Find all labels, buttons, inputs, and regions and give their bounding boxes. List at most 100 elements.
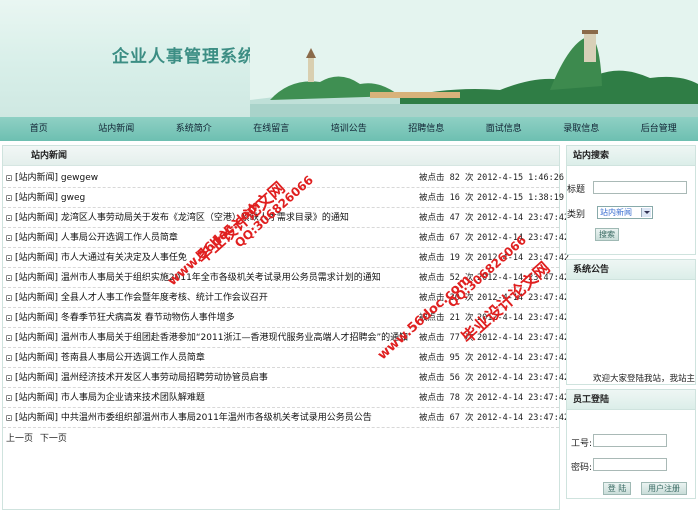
search-button[interactable]: 搜索: [595, 228, 619, 241]
bullet-icon: [6, 175, 12, 181]
news-list: [站内新闻] gewgew 被点击 82 次 2012-4-15 1:46:26 […: [3, 168, 569, 428]
chevron-down-icon: [641, 208, 651, 217]
news-clicks: 被点击 82 次: [419, 173, 474, 183]
news-title-link[interactable]: [站内新闻] 龙湾区人事劳动局关于发布《龙湾区（空港）紧缺人才需求目录》的通知: [15, 208, 415, 228]
news-date: 2012-4-14 23:47:42: [477, 293, 570, 303]
news-title-link[interactable]: [站内新闻] gweg: [15, 188, 415, 208]
bullet-icon: [6, 335, 12, 341]
news-clicks: 被点击 52 次: [419, 273, 474, 283]
news-date: 2012-4-14 23:47:42: [477, 333, 570, 343]
news-title-link[interactable]: [站内新闻] 中共温州市委组织部温州市人事局2011年温州市各级机关考试录用公务…: [15, 408, 415, 428]
news-clicks: 被点击 56 次: [419, 373, 474, 383]
nav-news[interactable]: 站内新闻: [78, 117, 156, 141]
news-title-link[interactable]: [站内新闻] 苍南县人事局公开选调工作人员简章: [15, 348, 415, 368]
news-title-link[interactable]: [站内新闻] 全县人才人事工作会暨年度考核、统计工作会议召开: [15, 288, 415, 308]
news-clicks: 被点击 67 次: [419, 233, 474, 243]
category-selected: 站内新闻: [600, 208, 632, 217]
next-page-link[interactable]: 下一页: [40, 434, 67, 444]
nav-training[interactable]: 培训公告: [310, 117, 388, 141]
news-title-link[interactable]: [站内新闻] gewgew: [15, 168, 415, 188]
news-clicks: 被点击 16 次: [419, 193, 474, 203]
pagination: 上一页 下一页: [6, 431, 71, 444]
search-box: 站内搜索 标题 类别 站内新闻 搜索: [566, 145, 696, 255]
news-row: [站内新闻] 市人大通过有关决定及人事任免 被点击 19 次 2012-4-14 2…: [3, 248, 569, 268]
news-date: 2012-4-15 1:38:19: [477, 193, 564, 203]
search-box-title: 站内搜索: [567, 146, 695, 166]
news-date: 2012-4-14 23:47:42: [477, 313, 570, 323]
bullet-icon: [6, 315, 12, 321]
password-input[interactable]: [593, 458, 667, 471]
news-row: [站内新闻] 冬春季节狂犬病高发 春节动物伤人事件增多 被点击 21 次 2012-…: [3, 308, 569, 328]
bullet-icon: [6, 375, 12, 381]
notice-text: 欢迎大家登陆我站，我站主: [593, 374, 696, 384]
bullet-icon: [6, 255, 12, 261]
news-row: [站内新闻] 温州市人事局关于组团赴香港参加“2011浙江—香港现代服务业高端人…: [3, 328, 569, 348]
news-row: [站内新闻] 人事局公开选调工作人员简章 被点击 67 次 2012-4-14 23…: [3, 228, 569, 248]
password-label: 密码:: [571, 463, 593, 473]
news-title-link[interactable]: [站内新闻] 市人事局为企业请来技术团队解难题: [15, 388, 415, 408]
news-row: [站内新闻] 中共温州市委组织部温州市人事局2011年温州市各级机关考试录用公务…: [3, 408, 569, 428]
news-date: 2012-4-14 23:47:42: [477, 393, 570, 403]
nav-interview[interactable]: 面试信息: [465, 117, 543, 141]
news-clicks: 被点击 30 次: [419, 293, 474, 303]
news-title-link[interactable]: [站内新闻] 温州市人事局关于组团赴香港参加“2011浙江—香港现代服务业高端人…: [15, 328, 415, 348]
news-date: 2012-4-14 23:47:42: [477, 273, 570, 283]
bullet-icon: [6, 355, 12, 361]
news-title-link[interactable]: [站内新闻] 冬春季节狂犬病高发 春节动物伤人事件增多: [15, 308, 415, 328]
bullet-icon: [6, 415, 12, 421]
news-date: 2012-4-14 23:47:42: [477, 233, 570, 243]
main-nav: 首页 站内新闻 系统简介 在线留言 培训公告 招聘信息 面试信息 录取信息 后台…: [0, 117, 698, 141]
news-clicks: 被点击 21 次: [419, 313, 474, 323]
nav-guestbook[interactable]: 在线留言: [233, 117, 311, 141]
register-button[interactable]: 用户注册: [641, 482, 687, 495]
login-button[interactable]: 登 陆: [603, 482, 631, 495]
employee-id-input[interactable]: [593, 434, 667, 447]
news-clicks: 被点击 78 次: [419, 393, 474, 403]
nav-about[interactable]: 系统简介: [155, 117, 233, 141]
nav-admin[interactable]: 后台管理: [620, 117, 698, 141]
keyword-input[interactable]: [593, 181, 687, 194]
bullet-icon: [6, 395, 12, 401]
news-row: [站内新闻] gewgew 被点击 82 次 2012-4-15 1:46:26: [3, 168, 564, 188]
landscape-illustration: [250, 0, 698, 117]
login-box: 员工登陆 工号: 密码: 登 陆 用户注册: [566, 389, 696, 499]
nav-admission[interactable]: 录取信息: [543, 117, 621, 141]
bullet-icon: [6, 235, 12, 241]
news-row: [站内新闻] 苍南县人事局公开选调工作人员简章 被点击 95 次 2012-4-14…: [3, 348, 569, 368]
bullet-icon: [6, 195, 12, 201]
news-title-link[interactable]: [站内新闻] 市人大通过有关决定及人事任免: [15, 248, 415, 268]
news-title-link[interactable]: [站内新闻] 人事局公开选调工作人员简章: [15, 228, 415, 248]
news-row: [站内新闻] 温州市人事局关于组织实施2011年全市各级机关考试录用公务员需求计…: [3, 268, 569, 288]
notice-box: 系统公告 欢迎大家登陆我站，我站主: [566, 259, 696, 385]
category-label: 类别: [567, 210, 586, 220]
keyword-label: 标题: [567, 185, 586, 195]
news-title-link[interactable]: [站内新闻] 温州经济技术开发区人事劳动局招聘劳动协管员启事: [15, 368, 415, 388]
news-date: 2012-4-14 23:47:42: [477, 373, 570, 383]
news-row: [站内新闻] 市人事局为企业请来技术团队解难题 被点击 78 次 2012-4-14…: [3, 388, 569, 408]
news-panel: 站内新闻 [站内新闻] gewgew 被点击 82 次 2012-4-15 1:46…: [2, 145, 569, 510]
header-banner: 企业人事管理系统: [0, 0, 698, 117]
news-date: 2012-4-15 1:46:26: [477, 173, 564, 183]
nav-recruitment[interactable]: 招聘信息: [388, 117, 466, 141]
news-clicks: 被点击 95 次: [419, 353, 474, 363]
bullet-icon: [6, 295, 12, 301]
prev-page-link[interactable]: 上一页: [6, 434, 33, 444]
news-clicks: 被点击 77 次: [419, 333, 474, 343]
news-date: 2012-4-14 23:47:42: [477, 413, 570, 423]
news-date: 2012-4-14 23:47:42: [477, 353, 570, 363]
category-select[interactable]: 站内新闻: [597, 206, 653, 219]
news-row: [站内新闻] 龙湾区人事劳动局关于发布《龙湾区（空港）紧缺人才需求目录》的通知被…: [3, 208, 569, 228]
news-row: [站内新闻] 全县人才人事工作会暨年度考核、统计工作会议召开 被点击 30 次 20…: [3, 288, 569, 308]
news-clicks: 被点击 19 次: [419, 253, 474, 263]
nav-home[interactable]: 首页: [0, 117, 78, 141]
bullet-icon: [6, 275, 12, 281]
sidebar: 站内搜索 标题 类别 站内新闻 搜索 系统公告 欢迎大家登陆我站，我站主 员工登…: [566, 145, 696, 503]
news-title-link[interactable]: [站内新闻] 温州市人事局关于组织实施2011年全市各级机关考试录用公务员需求计…: [15, 268, 415, 288]
news-row: [站内新闻] gweg 被点击 16 次 2012-4-15 1:38:19: [3, 188, 564, 208]
news-date: 2012-4-14 23:47:42: [477, 213, 570, 223]
news-clicks: 被点击 47 次: [419, 213, 474, 223]
notice-box-title: 系统公告: [567, 260, 695, 280]
news-date: 2012-4-14 23:47:42: [477, 253, 570, 263]
news-row: [站内新闻] 温州经济技术开发区人事劳动局招聘劳动协管员启事 被点击 56 次 20…: [3, 368, 569, 388]
news-clicks: 被点击 67 次: [419, 413, 474, 423]
